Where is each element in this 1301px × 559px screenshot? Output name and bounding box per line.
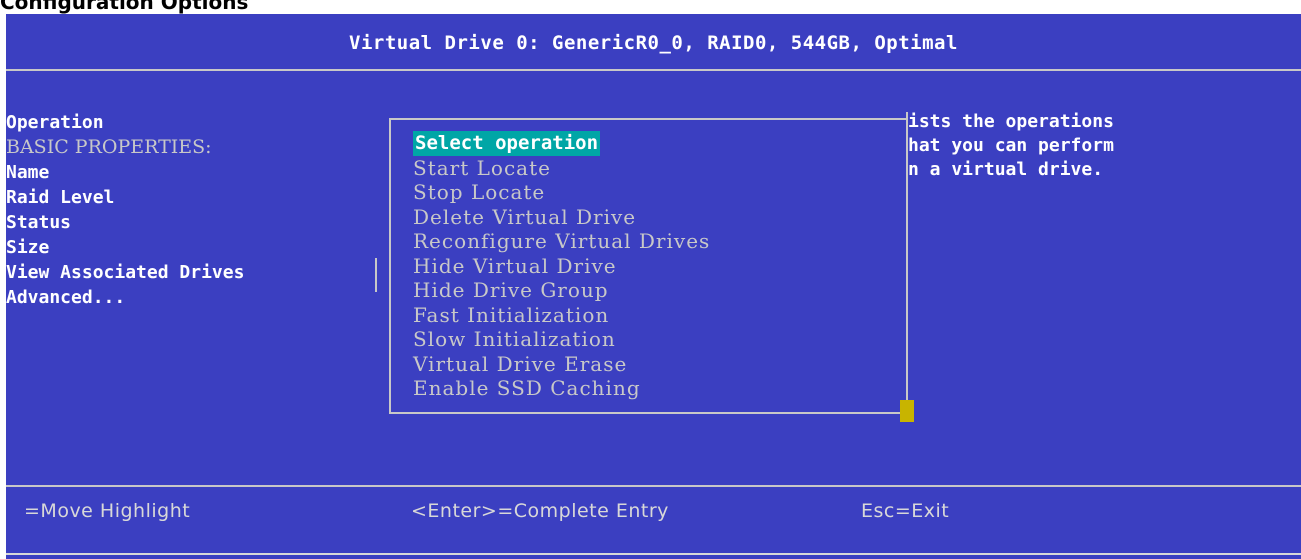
footer-move-hint: =Move Highlight: [24, 500, 191, 522]
bottom-border: [6, 553, 1301, 555]
operation-option-list: Select operation Start Locate Stop Locate D…: [413, 130, 710, 401]
operation-option-selected[interactable]: Select operation: [413, 131, 601, 156]
operation-option[interactable]: Hide Drive Group: [413, 278, 710, 303]
footer-enter-hint: <Enter>=Complete Entry: [411, 500, 669, 522]
menu-item-raid-level[interactable]: Raid Level: [6, 185, 244, 210]
help-line: ists the operations: [908, 111, 1114, 132]
help-line: hat you can perform: [908, 135, 1114, 156]
operation-option[interactable]: Delete Virtual Drive: [413, 205, 710, 230]
operation-option[interactable]: Hide Virtual Drive: [413, 254, 710, 279]
footer-esc-hint[interactable]: Esc=Exit: [861, 500, 949, 522]
window-title-text: Configuration Options: [0, 0, 249, 14]
bios-screen: Virtual Drive 0: GenericR0_0, RAID0, 544…: [6, 14, 1301, 559]
page-title: Virtual Drive 0: GenericR0_0, RAID0, 544…: [349, 32, 958, 54]
operation-option[interactable]: Stop Locate: [413, 180, 710, 205]
operation-option[interactable]: Fast Initialization: [413, 303, 710, 328]
operation-option[interactable]: Slow Initialization: [413, 327, 710, 352]
operation-option[interactable]: Start Locate: [413, 156, 710, 181]
properties-menu: Operation BASIC PROPERTIES: Name Raid Le…: [6, 110, 244, 310]
help-panel: ists the operations hat you can perform …: [908, 110, 1114, 182]
scroll-indicator[interactable]: [900, 400, 914, 422]
operation-option[interactable]: Virtual Drive Erase: [413, 352, 710, 377]
menu-item-operation[interactable]: Operation: [6, 110, 244, 135]
footer-divider: [6, 485, 1301, 487]
operation-option[interactable]: Reconfigure Virtual Drives: [413, 229, 710, 254]
left-column-divider: [375, 258, 377, 292]
menu-item-view-associated-drives[interactable]: View Associated Drives: [6, 260, 244, 285]
menu-item-size[interactable]: Size: [6, 235, 244, 260]
menu-item-advanced[interactable]: Advanced...: [6, 285, 244, 310]
help-line: n a virtual drive.: [908, 159, 1104, 180]
operation-option[interactable]: Select operation: [413, 130, 710, 156]
window-title-strip: Configuration Options: [0, 0, 1301, 14]
menu-item-name[interactable]: Name: [6, 160, 244, 185]
operation-select-popup: Select operation Start Locate Stop Locate D…: [389, 118, 908, 414]
menu-item-status[interactable]: Status: [6, 210, 244, 235]
operation-option[interactable]: Enable SSD Caching: [413, 376, 710, 401]
header-divider: [6, 69, 1301, 71]
section-heading-basic-properties: BASIC PROPERTIES:: [6, 136, 212, 158]
